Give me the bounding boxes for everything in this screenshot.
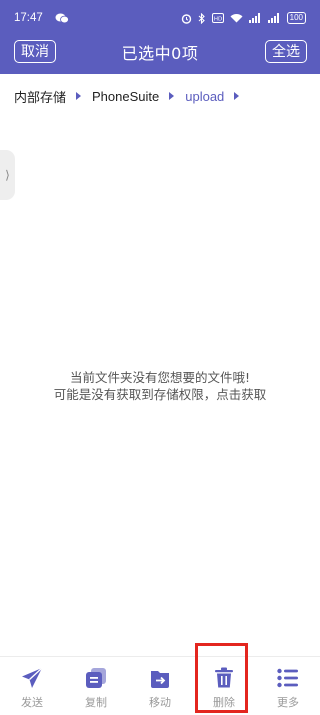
battery-indicator: 100 — [286, 12, 306, 24]
more-label: 更多 — [277, 696, 299, 709]
cancel-button[interactable]: 取消 — [14, 40, 56, 63]
copy-icon — [84, 667, 108, 689]
svg-text:HD: HD — [213, 16, 221, 22]
breadcrumb-chevron-icon — [169, 92, 175, 100]
send-label: 发送 — [21, 696, 43, 709]
status-time: 17:47 — [14, 12, 43, 24]
breadcrumb-item-phonesuite[interactable]: PhoneSuite — [92, 89, 159, 104]
empty-state-message: 当前文件夹没有您想要的文件哦! — [69, 370, 250, 385]
breadcrumb-chevron-icon — [76, 92, 82, 100]
empty-state: 当前文件夹没有您想要的文件哦! 可能是没有获取到存储权限，点击获取 — [0, 369, 320, 403]
bluetooth-icon — [198, 12, 205, 24]
select-all-button[interactable]: 全选 — [265, 40, 307, 63]
chevron-right-icon: ⟩ — [5, 168, 10, 182]
app-header: 17:47 HD 100 取消 已选中0项 全选 — [0, 0, 320, 74]
move-button[interactable]: 移动 — [128, 657, 192, 715]
move-label: 移动 — [149, 696, 171, 709]
breadcrumb-chevron-icon — [234, 92, 240, 100]
title-bar: 取消 已选中0项 全选 — [0, 37, 320, 67]
bottom-toolbar: 发送 复制 移动 删除 更多 — [0, 656, 320, 715]
send-icon — [20, 667, 44, 689]
status-bar: 17:47 HD 100 — [0, 0, 320, 36]
page-title: 已选中0项 — [121, 44, 199, 63]
delete-highlight-box — [195, 643, 248, 713]
wifi-icon — [230, 14, 243, 23]
breadcrumb: 内部存储 PhoneSuite upload — [0, 84, 320, 108]
copy-button[interactable]: 复制 — [64, 657, 128, 715]
breadcrumb-item-internal-storage[interactable]: 内部存储 — [14, 87, 66, 106]
side-drawer-handle[interactable]: ⟩ — [0, 150, 15, 200]
breadcrumb-item-upload[interactable]: upload — [185, 89, 224, 104]
signal-icon-2 — [267, 13, 279, 23]
alarm-icon — [181, 13, 191, 24]
status-icons: HD 100 — [181, 12, 306, 24]
permission-link[interactable]: 可能是没有获取到存储权限，点击获取 — [0, 386, 320, 403]
signal-icon — [248, 13, 260, 23]
chat-notification-icon — [55, 13, 69, 24]
copy-label: 复制 — [85, 696, 107, 709]
send-button[interactable]: 发送 — [0, 657, 64, 715]
move-icon — [148, 667, 172, 689]
more-button[interactable]: 更多 — [256, 657, 320, 715]
hd-icon: HD — [211, 13, 224, 23]
more-list-icon — [276, 667, 300, 689]
